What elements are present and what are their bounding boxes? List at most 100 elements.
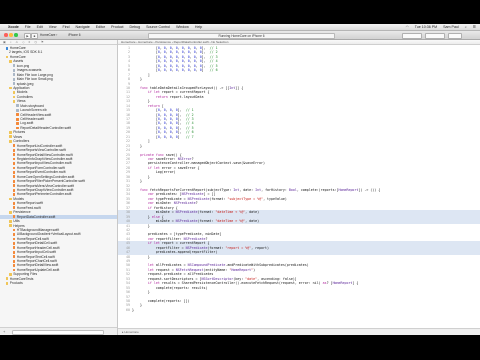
video-frame: Xcode File Edit View Find Navigate Editor Produ… (0, 0, 480, 360)
organizer-button[interactable] (448, 32, 462, 39)
file-tree-item-label: Main File icon Large.png (16, 72, 53, 77)
project-navigator: ▣ ⌕ ⚠ ◇ ≡ ◷ ⚑ HomeCare 2 targets, iOS SDK 8.1 Ho… (0, 40, 118, 335)
close-window-button[interactable] (4, 33, 8, 37)
file-tree-item-label: ReportDataController.swift (16, 214, 56, 219)
swift-file-icon (12, 241, 16, 245)
minimize-window-button[interactable] (9, 33, 13, 37)
view-toggle-segmented-control[interactable] (425, 32, 445, 39)
navigator-tab-search-icon[interactable]: ⌕ (10, 40, 12, 44)
file-tree-item-label: HomeReportListController.swift (16, 143, 63, 148)
menu-debug[interactable]: Debug (130, 25, 141, 29)
navigator-tab-test-icon[interactable]: ◇ (22, 40, 24, 44)
file-tree-item-label: HomeReportFormController.swift (16, 165, 65, 170)
file-tree-item-label: HomeReportsMenuViewController.swift (16, 183, 75, 188)
run-button[interactable]: ▶ (24, 32, 31, 39)
spotlight-icon[interactable]: ⌕ (465, 25, 467, 29)
navigator-tab-issue-icon[interactable]: ⚠ (16, 40, 19, 44)
menu-bar: Xcode File Edit View Find Navigate Editor Produ… (0, 24, 480, 31)
stop-button[interactable]: ■ (31, 32, 38, 39)
swift-file-icon (12, 188, 16, 192)
file-tree-item-label: HTBackgroundManager.swift (16, 227, 60, 232)
menu-view[interactable]: View (49, 25, 57, 29)
device-selector[interactable]: iPhone 6 (68, 33, 81, 38)
folder-icon (5, 55, 9, 59)
folder-icon (9, 210, 12, 214)
swift-file-icon (12, 228, 16, 232)
file-tree-item-label: Models (13, 196, 24, 201)
navigator-tab-report-icon[interactable]: ⚑ (41, 40, 44, 44)
file-tree-item-label: HomeReportDetailViewController.swift (16, 152, 73, 157)
menu-editor[interactable]: Editor (96, 25, 105, 29)
editor-mode-segmented-control[interactable] (402, 32, 422, 39)
swift-file-icon (12, 184, 16, 188)
swift-file-icon (12, 166, 16, 170)
user-name[interactable]: Sam Paul (443, 25, 459, 29)
file-tree-item-label: CellHeaderView.swift (20, 112, 52, 117)
file-tree-item-label: Products (9, 281, 23, 286)
navigator-tab-project-icon[interactable]: ▣ (3, 40, 6, 44)
file-tree-item-label: Views (13, 134, 23, 139)
clock[interactable]: Tue 10:36 PM (415, 25, 437, 29)
debug-bar: ▸ HomeCare (118, 328, 480, 335)
menu-product[interactable]: Product (111, 25, 123, 29)
file-tree-item-label: HomeReportPerimeterController.swift (16, 192, 72, 197)
file-tree-item-label: HomeReportEventController.swift (16, 170, 66, 175)
code-area[interactable]: 1 [0, 0, 0, 0, 0, 0, 0, 0], // 12 [0, 0,… (118, 46, 480, 312)
menu-xcode[interactable]: Xcode (8, 25, 19, 29)
file-tree-item-label: HomeReportTextCell.swift (16, 254, 55, 259)
file-tree-item-label: Helpers (13, 223, 25, 228)
file-tree-item-label: Views (16, 99, 26, 104)
menu-edit[interactable]: Edit (37, 25, 43, 29)
menu-help[interactable]: Help (195, 25, 202, 29)
file-tree-item[interactable]: Products (0, 281, 117, 285)
folder-icon (9, 135, 12, 139)
notification-center-icon[interactable]: ☰ (473, 25, 476, 29)
menu-source-control[interactable]: Source Control (146, 25, 170, 29)
swift-file-icon (12, 153, 16, 157)
file-tree-item-label: HomeReportInputCell.swift (16, 250, 57, 255)
folder-icon (5, 281, 9, 285)
xcode-window: Xcode File Edit View Find Navigate Editor Produ… (0, 24, 480, 335)
swift-file-icon (12, 179, 16, 183)
add-file-icon[interactable]: + (3, 329, 5, 334)
menu-find[interactable]: Find (63, 25, 70, 29)
wifi-icon[interactable]: ◠ (406, 25, 409, 29)
menu-file[interactable]: File (25, 25, 31, 29)
folder-icon (9, 139, 12, 143)
file-tree-item-label: HomeCare (9, 54, 26, 59)
menu-window[interactable]: Window (176, 25, 189, 29)
file-tree-item-label: HomeReportDetailView.swift (16, 263, 59, 268)
file-tree-item-label: Pictures (13, 130, 26, 135)
file-tree-item-label: RegisterInfoGraphViewController.swift (16, 156, 73, 161)
navigator-filter-bar: + (0, 327, 117, 335)
menu-bar-status: ◠ Tue 10:36 PM Sam Paul ⌕ ☰ (401, 24, 476, 30)
file-tree-item-label: ReportDetailHeaderController.swift (20, 125, 72, 130)
swift-file-icon (16, 117, 19, 121)
navigator-tab-bar: ▣ ⌕ ⚠ ◇ ≡ ◷ ⚑ (0, 40, 117, 45)
file-tree-item-label: CellHeader.swift (20, 117, 45, 121)
swift-file-icon (12, 259, 16, 263)
swift-file-icon (16, 126, 19, 130)
file-tree: HomeCare 2 targets, iOS SDK 8.1 HomeCare As… (0, 46, 117, 286)
swift-file-icon (12, 144, 16, 148)
folder-icon (9, 219, 12, 223)
scheme-selector[interactable]: HomeCare › (40, 33, 57, 38)
navigator-filter-input[interactable] (12, 329, 104, 335)
file-tree-item-label: Supporting Files (13, 272, 38, 277)
file-tree-item-label: HomeReportsViewController.swift (16, 148, 66, 153)
file-tree-item-label: Main File icon Small.png (16, 77, 53, 82)
menu-items: Xcode File Edit View Find Navigate Editor Produ… (8, 25, 208, 29)
folder-icon (5, 277, 9, 281)
menu-navigate[interactable]: Navigate (76, 25, 90, 29)
jump-bar[interactable]: HomeCare › HomeCare › Persistence › Repo… (118, 40, 480, 45)
file-tree-item-label: HomeReport.swift (16, 201, 43, 206)
file-tree-item-label: HomeFeed.swift (16, 205, 41, 210)
file-tree-item-label: HomeReportChartCell.swift (16, 259, 57, 263)
swift-file-icon (12, 237, 16, 241)
code-line[interactable]: 60} (118, 308, 480, 312)
navigator-tab-debug-icon[interactable]: ≡ (29, 40, 31, 44)
file-icon (12, 77, 16, 81)
file-tree-item-label: HomeReportInputViewController.swift (16, 161, 72, 166)
navigator-tab-breakpoint-icon[interactable]: ◷ (34, 40, 37, 44)
zoom-window-button[interactable] (14, 33, 18, 37)
